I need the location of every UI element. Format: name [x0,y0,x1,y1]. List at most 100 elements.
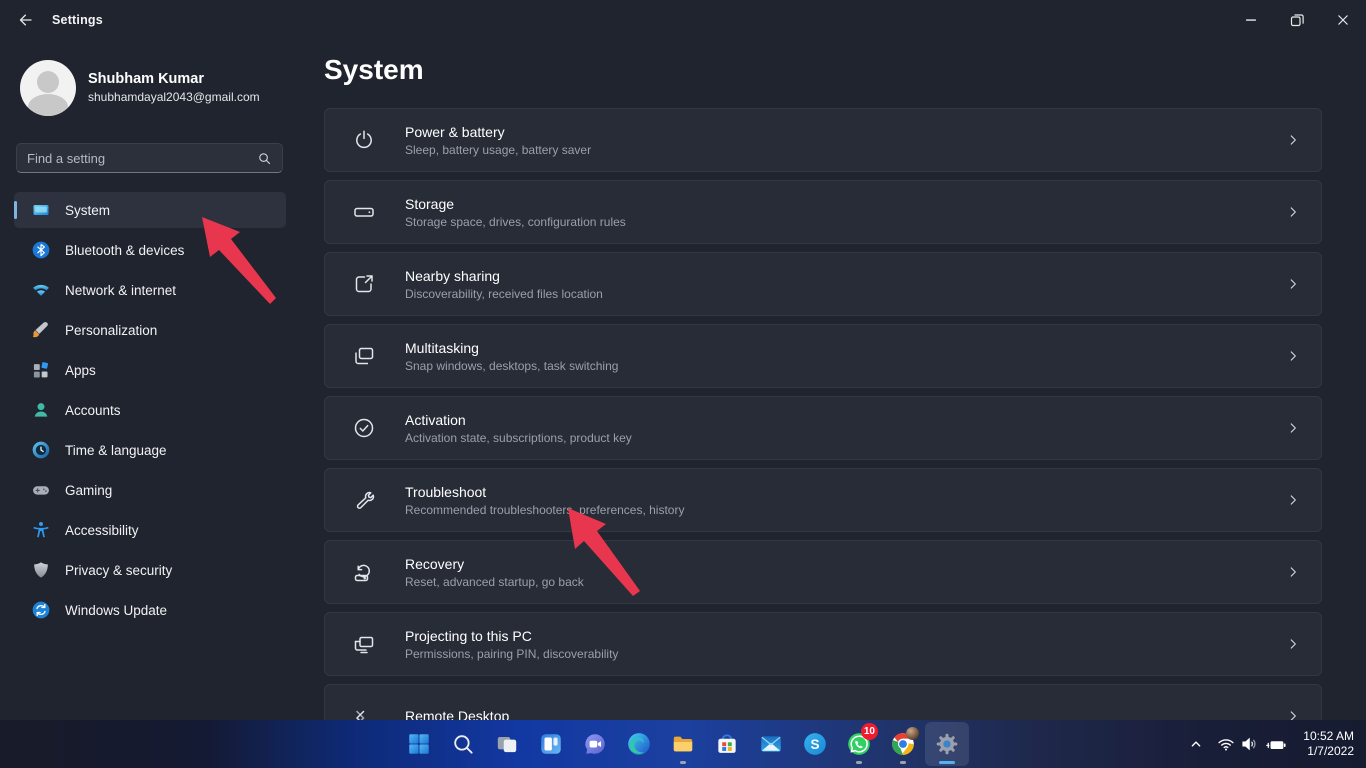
accessibility-icon [31,520,51,540]
minimize-icon [1241,10,1261,30]
sidebar-item-label: Personalization [65,323,157,338]
search-icon [257,151,272,166]
whatsapp-taskbar-icon[interactable]: 10 [837,722,881,766]
chat [582,731,608,757]
card-storage[interactable]: StorageStorage space, drives, configurat… [324,180,1322,244]
task-view [494,731,520,757]
file-explorer-taskbar-icon[interactable] [661,722,705,766]
card-projecting-to-this-pc[interactable]: Projecting to this PCPermissions, pairin… [324,612,1322,676]
back-button[interactable] [8,4,42,36]
settings [934,731,960,757]
restore-button[interactable] [1274,0,1320,40]
card-power-and-battery[interactable]: Power & batterySleep, battery usage, bat… [324,108,1322,172]
sidebar-item-bluetooth-and-devices[interactable]: Bluetooth & devices [14,232,286,268]
card-subtitle: Permissions, pairing PIN, discoverabilit… [405,646,1285,662]
sidebar-item-network-and-internet[interactable]: Network & internet [14,272,286,308]
recovery-icon [352,560,376,584]
sidebar-item-system[interactable]: System [14,192,286,228]
avatar [20,60,76,116]
volume-icon [1239,733,1261,755]
bluetooth-icon [31,240,51,260]
search-taskbar-icon[interactable] [441,722,485,766]
chevron-right-icon [1285,204,1301,220]
system-tray: 10:52 AM 1/7/2022 [1181,720,1360,768]
settings-taskbar-icon[interactable] [925,722,969,766]
desktop-screen: Settings Shubham Kumar shubhamdayal204 [0,0,1366,768]
sidebar-item-gaming[interactable]: Gaming [14,472,286,508]
skype-taskbar-icon[interactable]: S [793,722,837,766]
taskbar: S 10 10:52 AM 1/7/2022 [0,720,1366,768]
gaming-icon [31,480,51,500]
widgets [538,731,564,757]
search-box [16,143,283,173]
chevron-right-icon [1285,564,1301,580]
card-recovery[interactable]: RecoveryReset, advanced startup, go back [324,540,1322,604]
card-activation[interactable]: ActivationActivation state, subscription… [324,396,1322,460]
card-subtitle: Recommended troubleshooters, preferences… [405,502,1285,518]
card-subtitle: Reset, advanced startup, go back [405,574,1285,590]
sidebar-item-windows-update[interactable]: Windows Update [14,592,286,628]
chevron-right-icon [1285,708,1301,720]
chat-taskbar-icon[interactable] [573,722,617,766]
sidebar-item-personalization[interactable]: Personalization [14,312,286,348]
chevron-right-icon [1285,276,1301,292]
running-app-indicator [856,761,862,764]
card-title: Remote Desktop [405,707,1285,721]
card-nearby-sharing[interactable]: Nearby sharingDiscoverability, received … [324,252,1322,316]
sidebar-item-accounts[interactable]: Accounts [14,392,286,428]
sidebar-item-apps[interactable]: Apps [14,352,286,388]
running-app-indicator [900,761,906,764]
mail-taskbar-icon[interactable] [749,722,793,766]
apps-icon [31,360,51,380]
privacy-icon [31,560,51,580]
sidebar-item-label: Windows Update [65,603,167,618]
network-icon [31,280,51,300]
profile-section[interactable]: Shubham Kumar shubhamdayal2043@gmail.com [20,60,260,116]
profile-name: Shubham Kumar [88,70,260,89]
sidebar-item-label: Gaming [65,483,112,498]
page-title: System [324,54,424,86]
chevron-right-icon [1285,132,1301,148]
start [406,731,432,757]
mail [758,731,784,757]
close-button[interactable] [1320,0,1366,40]
chevron-right-icon [1285,420,1301,436]
chrome-taskbar-icon[interactable] [881,722,925,766]
minimize-button[interactable] [1228,0,1274,40]
taskbar-clock[interactable]: 10:52 AM 1/7/2022 [1303,729,1354,759]
sidebar-item-label: Apps [65,363,96,378]
restore-icon [1287,10,1307,30]
sidebar: Shubham Kumar shubhamdayal2043@gmail.com… [0,40,300,720]
start-taskbar-icon[interactable] [397,722,441,766]
profile-email: shubhamdayal2043@gmail.com [88,89,260,106]
storage-icon [352,200,376,224]
sidebar-item-label: Accounts [65,403,121,418]
sidebar-item-label: Time & language [65,443,167,458]
card-title: Troubleshoot [405,483,1285,502]
card-subtitle: Discoverability, received files location [405,286,1285,302]
settings-card-list: Power & batterySleep, battery usage, bat… [324,108,1322,720]
chevron-right-icon [1285,636,1301,652]
remote-icon [352,704,376,720]
widgets-taskbar-icon[interactable] [529,722,573,766]
sidebar-item-time-and-language[interactable]: Time & language [14,432,286,468]
skype: S [802,731,828,757]
task-view-taskbar-icon[interactable] [485,722,529,766]
battery-icon [1263,733,1289,755]
sidebar-item-privacy-and-security[interactable]: Privacy & security [14,552,286,588]
clock-date: 1/7/2022 [1303,744,1354,759]
microsoft-store-taskbar-icon[interactable] [705,722,749,766]
card-multitasking[interactable]: MultitaskingSnap windows, desktops, task… [324,324,1322,388]
card-remote-desktop[interactable]: Remote Desktop [324,684,1322,720]
card-subtitle: Storage space, drives, configuration rul… [405,214,1285,230]
card-troubleshoot[interactable]: TroubleshootRecommended troubleshooters,… [324,468,1322,532]
edge-taskbar-icon[interactable] [617,722,661,766]
sidebar-item-accessibility[interactable]: Accessibility [14,512,286,548]
card-title: Multitasking [405,339,1285,358]
tray-chevron-button[interactable] [1181,724,1211,764]
tray-status-cluster[interactable] [1211,724,1293,764]
titlebar: Settings [0,0,1366,40]
search-input[interactable] [27,151,257,166]
power-icon [352,128,376,152]
close-icon [1333,10,1353,30]
